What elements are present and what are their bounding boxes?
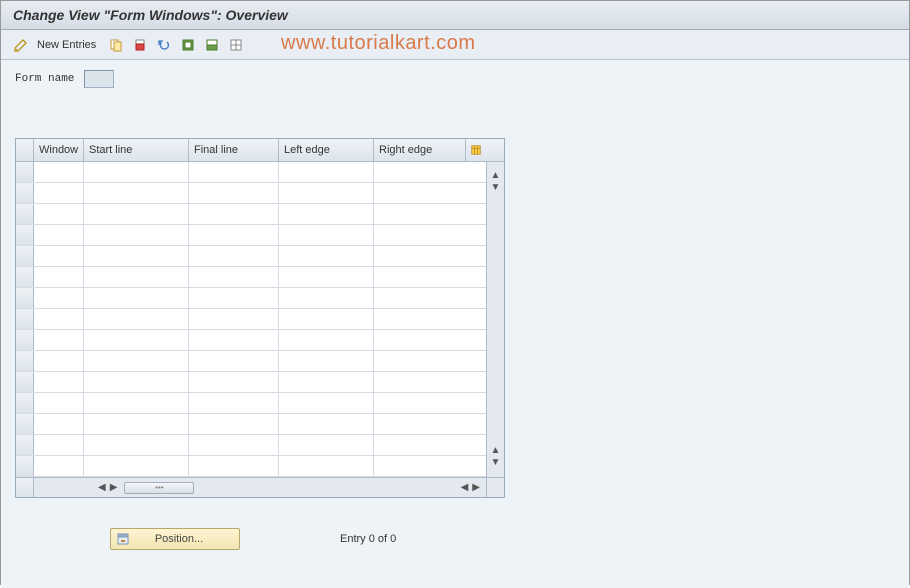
- content-area: Form name Window Start line Final line L…: [1, 60, 909, 588]
- entry-status: Entry 0 of 0: [340, 533, 396, 545]
- column-right-edge[interactable]: Right edge: [374, 139, 466, 161]
- horizontal-scrollbar[interactable]: ◀ ▶ ••• ◀ ▶: [16, 477, 504, 497]
- table-row[interactable]: [16, 372, 486, 393]
- table-row[interactable]: [16, 225, 486, 246]
- table-row[interactable]: [16, 183, 486, 204]
- delete-icon[interactable]: [130, 35, 150, 55]
- form-name-label: Form name: [15, 73, 74, 85]
- select-all-icon[interactable]: [178, 35, 198, 55]
- undo-icon[interactable]: [154, 35, 174, 55]
- vertical-scrollbar[interactable]: ▲ ▼ ▲ ▼: [486, 162, 504, 477]
- table-config-icon[interactable]: [466, 139, 486, 161]
- scroll-down-icon[interactable]: ▼: [491, 183, 501, 193]
- table-header: Window Start line Final line Left edge R…: [16, 139, 504, 162]
- scroll-down-icon[interactable]: ▼: [491, 458, 501, 468]
- toolbar: New Entries www.tutorialkart.com: [1, 30, 909, 60]
- table-row[interactable]: [16, 288, 486, 309]
- position-button[interactable]: Position...: [110, 528, 240, 550]
- scroll-right-icon[interactable]: ▶: [110, 483, 118, 493]
- column-left-edge[interactable]: Left edge: [279, 139, 374, 161]
- position-icon: [115, 531, 131, 547]
- select-block-icon[interactable]: [202, 35, 222, 55]
- footer-row: Position... Entry 0 of 0: [15, 528, 895, 550]
- deselect-all-icon[interactable]: [226, 35, 246, 55]
- column-selector[interactable]: [16, 139, 34, 161]
- watermark-text: www.tutorialkart.com: [281, 32, 476, 55]
- form-name-input[interactable]: [84, 70, 114, 88]
- form-name-row: Form name: [15, 70, 895, 88]
- table-row[interactable]: [16, 162, 486, 183]
- position-label: Position...: [135, 533, 235, 545]
- table-row[interactable]: [16, 393, 486, 414]
- form-windows-table: Window Start line Final line Left edge R…: [15, 138, 505, 498]
- table-row[interactable]: [16, 267, 486, 288]
- table-row[interactable]: [16, 456, 486, 477]
- table-row[interactable]: [16, 414, 486, 435]
- scroll-thumb[interactable]: •••: [124, 482, 194, 494]
- new-entries-button[interactable]: New Entries: [37, 39, 96, 51]
- column-window[interactable]: Window: [34, 139, 84, 161]
- column-final-line[interactable]: Final line: [189, 139, 279, 161]
- copy-icon[interactable]: [106, 35, 126, 55]
- table-row[interactable]: [16, 204, 486, 225]
- table-row[interactable]: [16, 435, 486, 456]
- table-row[interactable]: [16, 351, 486, 372]
- scroll-left-icon[interactable]: ◀: [461, 483, 469, 493]
- table-row[interactable]: [16, 309, 486, 330]
- change-icon[interactable]: [11, 35, 31, 55]
- table-row[interactable]: [16, 330, 486, 351]
- table-row[interactable]: [16, 246, 486, 267]
- column-start-line[interactable]: Start line: [84, 139, 189, 161]
- scroll-right-icon[interactable]: ▶: [472, 483, 480, 493]
- scroll-up-icon[interactable]: ▲: [491, 171, 501, 181]
- scroll-up-icon[interactable]: ▲: [491, 446, 501, 456]
- page-title: Change View "Form Windows": Overview: [1, 1, 909, 30]
- table-body: [16, 162, 486, 477]
- scroll-left-icon[interactable]: ◀: [98, 483, 106, 493]
